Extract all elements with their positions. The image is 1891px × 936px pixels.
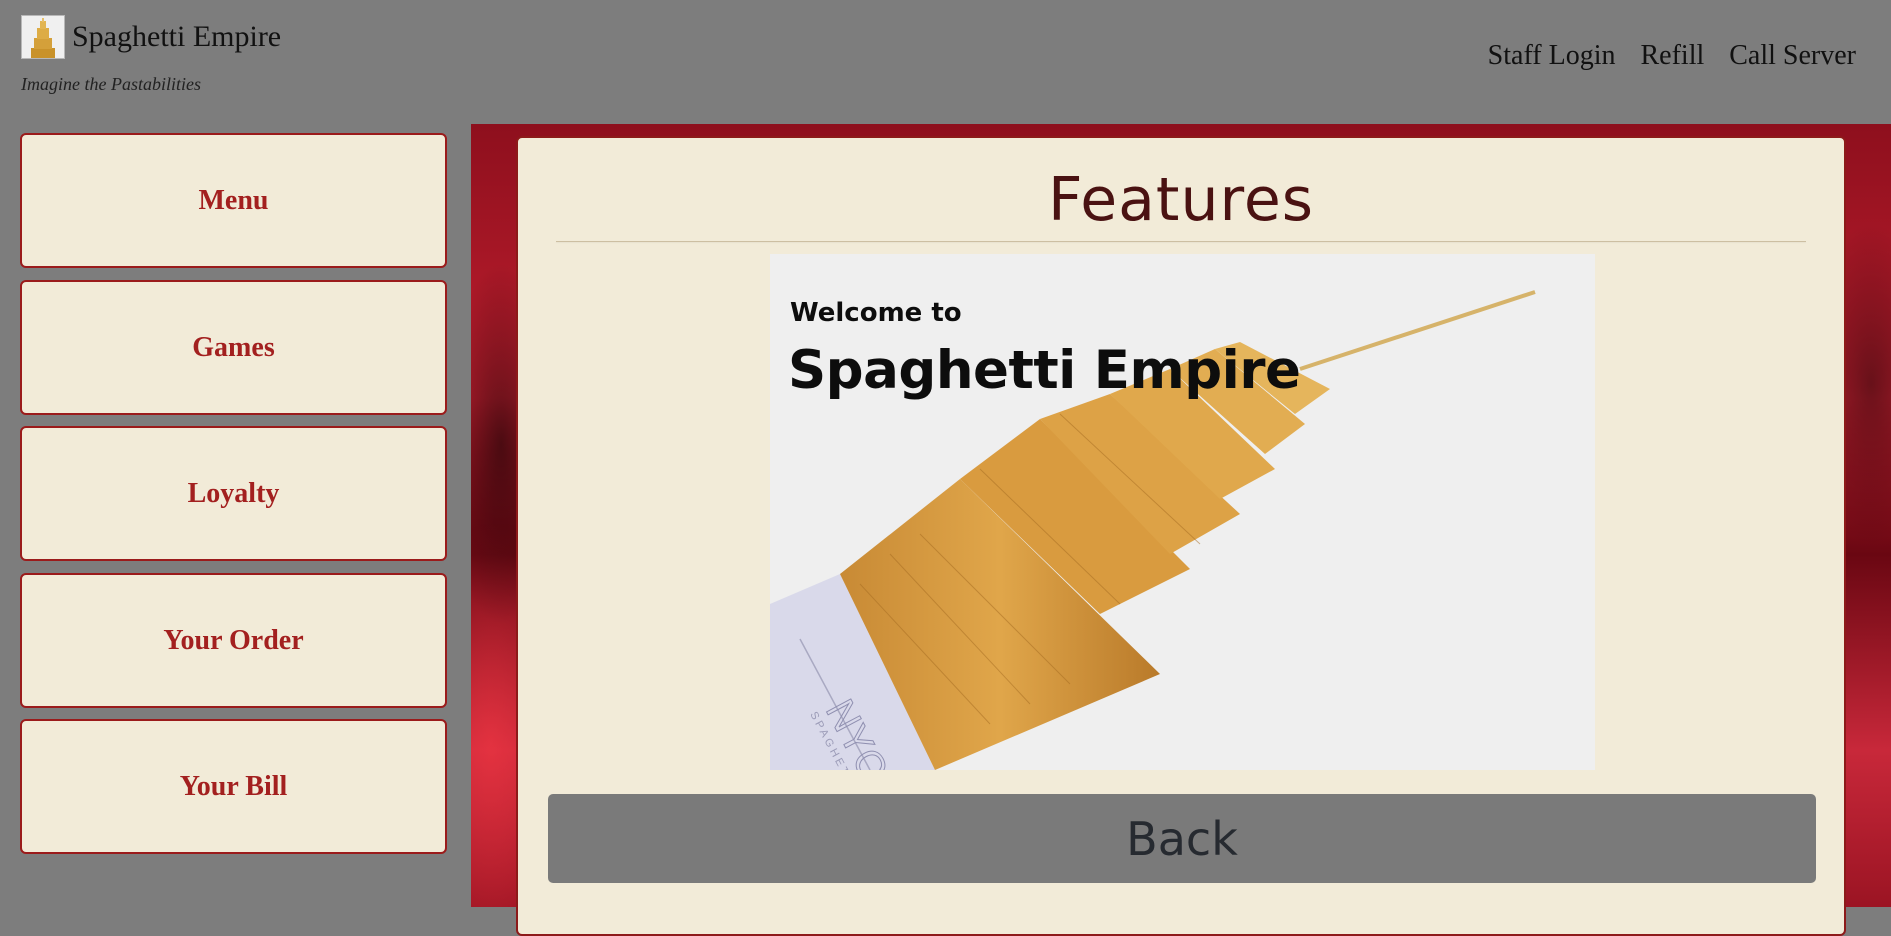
sidebar-item-your-bill[interactable]: Your Bill [20,719,447,854]
call-server-link[interactable]: Call Server [1729,42,1856,70]
sidebar-item-games[interactable]: Games [20,280,447,415]
tagline: Imagine the Pastabilities [21,74,201,94]
refill-link[interactable]: Refill [1640,42,1704,70]
brand-headline: Spaghetti Empire [788,340,1301,401]
sidebar-item-loyalty[interactable]: Loyalty [20,426,447,561]
sidebar-item-label: Loyalty [187,477,280,509]
top-nav: Staff Login Refill Call Server [1488,42,1856,70]
sidebar-item-label: Games [192,331,275,363]
page-title: Features [1048,165,1314,235]
sidebar-item-label: Your Order [163,624,304,656]
title-divider [556,241,1806,242]
sidebar-item-label: Menu [198,184,269,216]
app-title: Spaghetti Empire [72,20,282,53]
brand: Spaghetti Empire [21,15,281,59]
feature-image: NYC SPAGHETTI Welcome to Spaghetti Empir… [770,254,1595,770]
sidebar-item-menu[interactable]: Menu [20,133,447,268]
sidebar-item-label: Your Bill [179,770,288,802]
spaghetti-tower-illustration: NYC SPAGHETTI [770,290,1536,770]
sidebar-item-your-order[interactable]: Your Order [20,573,447,708]
welcome-line: Welcome to [790,298,962,328]
staff-login-link[interactable]: Staff Login [1488,42,1616,70]
features-panel: Features NYC SPAGHETTI Welcome to Spaghe… [516,136,1846,936]
spaghetti-tower-icon [21,15,65,59]
back-button[interactable]: Back [548,794,1816,883]
